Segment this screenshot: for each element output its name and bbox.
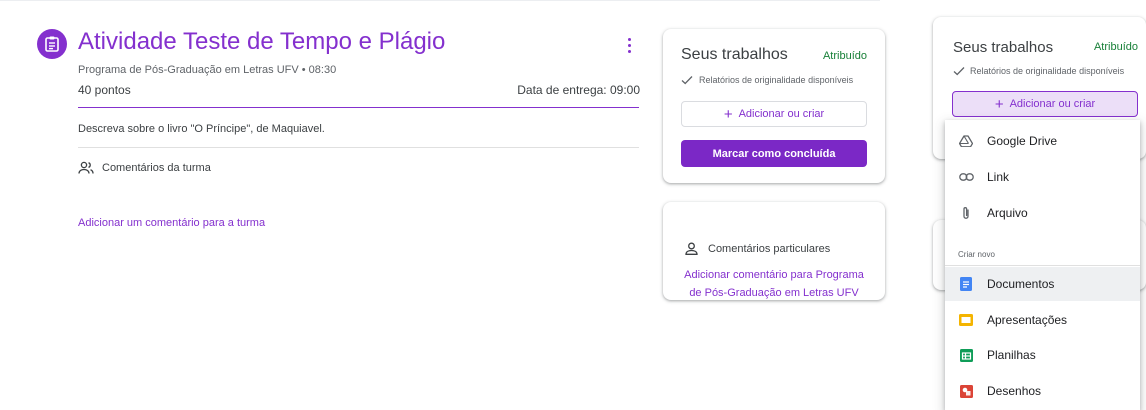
your-work-title: Seus trabalhos (681, 46, 788, 63)
plus-icon: + (723, 105, 733, 123)
originality-label-secondary: Relatórios de originalidade disponíveis (970, 66, 1125, 76)
add-or-create-button[interactable]: + Adicionar ou criar (681, 101, 867, 127)
menu-item-label: Planilhas (987, 348, 1036, 362)
header-divider (0, 0, 880, 1)
sheets-icon (958, 347, 974, 363)
description-divider (78, 147, 639, 148)
add-class-comment-link[interactable]: Adicionar um comentário para a turma (78, 217, 265, 229)
assignment-icon (37, 29, 67, 59)
menu-item-slides[interactable]: Apresentações (945, 303, 1140, 337)
menu-item-docs[interactable]: Documentos (945, 267, 1140, 301)
check-icon (681, 76, 693, 85)
class-comments-label: Comentários da turma (102, 162, 211, 174)
menu-item-label: Desenhos (987, 384, 1042, 398)
your-work-title-secondary: Seus trabalhos (953, 39, 1054, 56)
add-or-create-menu: Google Drive Link Arquivo Criar novo Doc… (945, 120, 1140, 410)
menu-divider (945, 265, 1140, 266)
your-work-card: Seus trabalhos Atribuído Relatórios de o… (663, 29, 885, 183)
create-new-label: Criar novo (958, 250, 995, 259)
menu-item-label: Google Drive (987, 134, 1058, 148)
menu-item-link[interactable]: Link (945, 160, 1140, 194)
add-or-create-label-secondary: Adicionar ou criar (1009, 98, 1096, 110)
people-icon (78, 161, 94, 174)
mark-as-done-button[interactable]: Marcar como concluída (681, 140, 867, 167)
menu-item-file[interactable]: Arquivo (945, 196, 1140, 230)
menu-item-label: Link (987, 170, 1010, 184)
status-badge-secondary: Atribuído (1093, 41, 1138, 53)
private-comments-card: Comentários particulares Adicionar comen… (663, 202, 885, 300)
google-drive-icon (958, 133, 974, 149)
add-private-comment-link[interactable]: Adicionar comentário para Programa de Pó… (683, 266, 865, 302)
due-date: Data de entrega: 09:00 (517, 83, 640, 97)
menu-item-google-drive[interactable]: Google Drive (945, 124, 1140, 158)
menu-item-label: Documentos (987, 277, 1055, 291)
add-or-create-button-active[interactable]: + Adicionar ou criar (952, 91, 1138, 117)
class-comments-header: Comentários da turma (78, 161, 211, 175)
slides-icon (958, 312, 974, 328)
docs-icon (958, 276, 974, 292)
originality-note-secondary: Relatórios de originalidade disponíveis (953, 66, 1124, 76)
status-badge: Atribuído (822, 50, 867, 62)
menu-item-label: Arquivo (987, 206, 1028, 220)
more-options-icon[interactable] (621, 34, 637, 56)
paperclip-icon (958, 205, 974, 221)
drawings-icon (958, 383, 974, 399)
assignment-meta: Programa de Pós-Graduação em Letras UFV … (78, 64, 337, 76)
assignment-description: Descreva sobre o livro "O Príncipe", de … (78, 123, 325, 135)
check-icon (953, 67, 965, 76)
title-divider (78, 107, 639, 108)
private-comments-label: Comentários particulares (708, 242, 831, 255)
points-label: 40 pontos (78, 83, 131, 97)
add-or-create-label: Adicionar ou criar (738, 108, 825, 120)
plus-icon: + (994, 95, 1004, 113)
menu-item-drawings[interactable]: Desenhos (945, 374, 1140, 408)
page-title: Atividade Teste de Tempo e Plágio (78, 28, 446, 55)
originality-label: Relatórios de originalidade disponíveis (699, 75, 854, 85)
originality-note: Relatórios de originalidade disponíveis (681, 75, 853, 85)
menu-item-sheets[interactable]: Planilhas (945, 338, 1140, 372)
person-icon (685, 242, 698, 255)
private-comments-header: Comentários particulares (685, 242, 830, 255)
menu-item-label: Apresentações (987, 313, 1068, 327)
link-icon (958, 169, 974, 185)
